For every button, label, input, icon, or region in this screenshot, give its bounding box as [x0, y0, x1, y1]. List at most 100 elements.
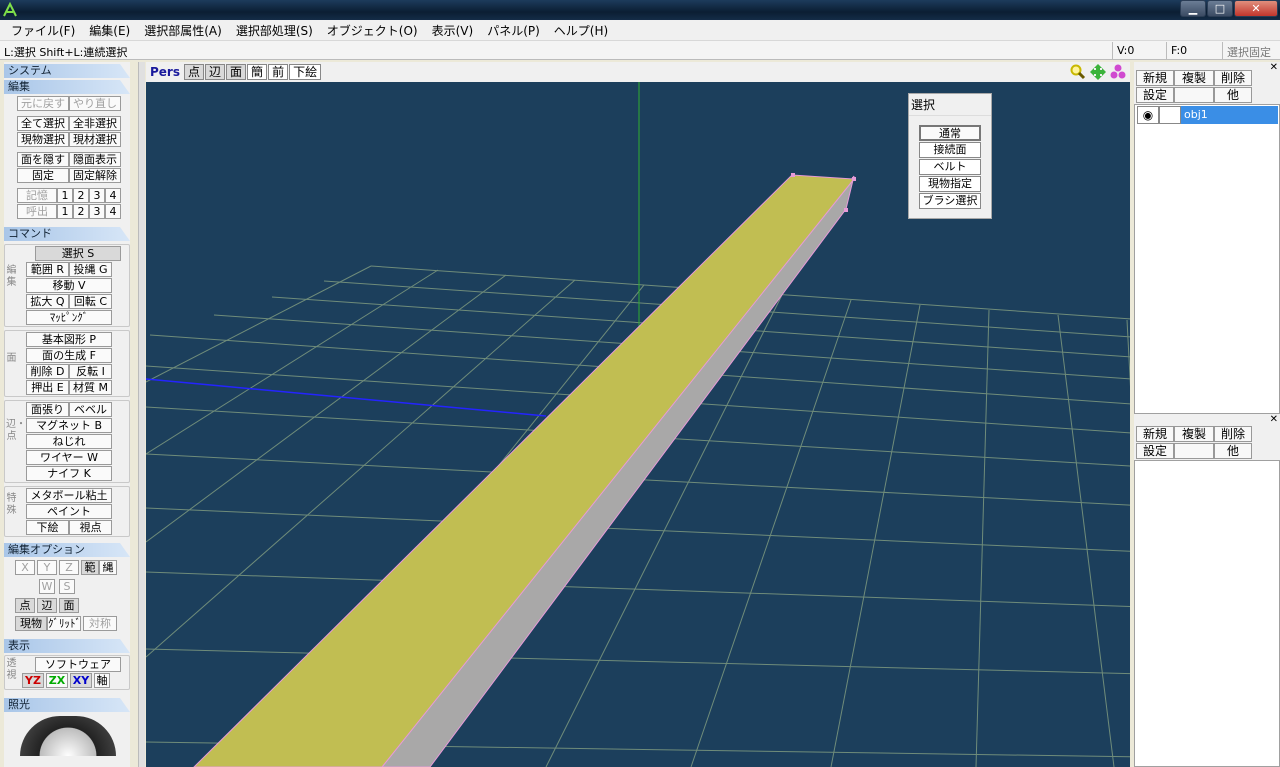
- menu-file[interactable]: ファイル(F): [4, 22, 82, 39]
- view-face-toggle[interactable]: 面: [226, 64, 247, 80]
- axis-y-toggle[interactable]: Y: [37, 560, 57, 575]
- object-other-button[interactable]: 他: [1214, 87, 1252, 103]
- magnet-tool-button[interactable]: マグネット B: [26, 418, 112, 433]
- object-settings-button[interactable]: 設定: [1136, 87, 1174, 103]
- view-simple-toggle[interactable]: 簡: [247, 64, 268, 80]
- face-generate-tool-button[interactable]: 面の生成 F: [26, 348, 112, 363]
- view-underlay-toggle[interactable]: 下絵: [289, 64, 322, 80]
- recall-slot-1[interactable]: 1: [57, 204, 73, 219]
- axis-x-toggle[interactable]: X: [15, 560, 35, 575]
- show-hidden-button[interactable]: 隠面表示: [69, 152, 121, 167]
- lasso-option-toggle[interactable]: 縄: [99, 560, 117, 575]
- object-copy-button[interactable]: 複製: [1174, 70, 1214, 86]
- axis-view-toggle[interactable]: 軸: [94, 673, 110, 688]
- wire-tool-button[interactable]: ワイヤー W: [26, 450, 112, 465]
- unfix-button[interactable]: 固定解除: [69, 168, 121, 183]
- menu-view[interactable]: 表示(V): [425, 22, 481, 39]
- fix-button[interactable]: 固定: [17, 168, 69, 183]
- xy-view-toggle[interactable]: XY: [70, 673, 92, 688]
- w-option-toggle[interactable]: W: [39, 579, 55, 594]
- minimize-button[interactable]: ▁: [1180, 0, 1206, 17]
- symmetry-option-toggle[interactable]: 対称: [83, 616, 117, 631]
- projection-mode[interactable]: Pers: [150, 65, 180, 79]
- rotate-tool-button[interactable]: 回転 C: [69, 294, 112, 309]
- knife-tool-button[interactable]: ナイフ K: [26, 466, 112, 481]
- face-cut-tool-button[interactable]: 面張り: [26, 402, 69, 417]
- yz-view-toggle[interactable]: YZ: [22, 673, 44, 688]
- select-mode-connected[interactable]: 接続面: [919, 142, 981, 158]
- range-tool-button[interactable]: 範囲 R: [26, 262, 69, 277]
- select-mode-current-object[interactable]: 現物指定: [919, 176, 981, 192]
- zx-view-toggle[interactable]: ZX: [46, 673, 68, 688]
- object-list[interactable]: ◉ obj1: [1134, 104, 1280, 414]
- select-current-object-button[interactable]: 現物選択: [17, 132, 69, 147]
- menu-edit[interactable]: 編集(E): [82, 22, 137, 39]
- scale-tool-button[interactable]: 拡大 Q: [26, 294, 69, 309]
- view-point-toggle[interactable]: 点: [184, 64, 205, 80]
- material-delete-button[interactable]: 削除: [1214, 426, 1252, 442]
- object-row[interactable]: ◉ obj1: [1137, 106, 1278, 124]
- material-tool-button[interactable]: 材質 M: [69, 380, 112, 395]
- redo-button[interactable]: やり直し: [69, 96, 121, 111]
- menu-selection-attr[interactable]: 選択部属性(A): [137, 22, 229, 39]
- close-button[interactable]: ✕: [1234, 0, 1278, 17]
- metaball-tool-button[interactable]: メタボール粘土: [26, 488, 112, 503]
- material-list[interactable]: [1134, 460, 1280, 767]
- delete-tool-button[interactable]: 削除 D: [26, 364, 69, 379]
- object-name[interactable]: obj1: [1181, 106, 1278, 124]
- select-current-material-button[interactable]: 現材選択: [69, 132, 121, 147]
- material-settings-button[interactable]: 設定: [1136, 443, 1174, 459]
- point-option-toggle[interactable]: 点: [15, 598, 35, 613]
- viewpoint-tool-button[interactable]: 視点: [69, 520, 112, 535]
- material-copy-button[interactable]: 複製: [1174, 426, 1214, 442]
- menu-object[interactable]: オブジェクト(O): [320, 22, 425, 39]
- memory-slot-1[interactable]: 1: [57, 188, 73, 203]
- extrude-tool-button[interactable]: 押出 E: [26, 380, 69, 395]
- grid-option-toggle[interactable]: ｸﾞﾘｯﾄﾞ: [47, 616, 81, 631]
- primitive-tool-button[interactable]: 基本図形 P: [26, 332, 112, 347]
- select-mode-normal[interactable]: 通常: [919, 125, 981, 141]
- view-edge-toggle[interactable]: 辺: [205, 64, 226, 80]
- memory-slot-2[interactable]: 2: [73, 188, 89, 203]
- recall-slot-4[interactable]: 4: [105, 204, 121, 219]
- section-display[interactable]: 表示: [4, 639, 130, 653]
- select-mode-belt[interactable]: ベルト: [919, 159, 981, 175]
- maximize-button[interactable]: □: [1207, 0, 1233, 17]
- mapping-tool-button[interactable]: ﾏｯﾋﾟﾝｸﾞ: [26, 310, 112, 325]
- memory-slot-3[interactable]: 3: [89, 188, 105, 203]
- select-lock-indicator[interactable]: 選択固定: [1222, 42, 1280, 59]
- material-other-button[interactable]: 他: [1214, 443, 1252, 459]
- menu-help[interactable]: ヘルプ(H): [547, 22, 615, 39]
- section-edit[interactable]: 編集: [4, 80, 130, 94]
- rotate-view-icon[interactable]: [1110, 64, 1126, 80]
- flip-tool-button[interactable]: 反転 I: [69, 364, 112, 379]
- current-object-option-toggle[interactable]: 現物: [15, 616, 47, 631]
- undo-button[interactable]: 元に戻す: [17, 96, 69, 111]
- lasso-tool-button[interactable]: 投縄 G: [69, 262, 112, 277]
- paint-tool-button[interactable]: ペイント: [26, 504, 112, 519]
- recall-slot-3[interactable]: 3: [89, 204, 105, 219]
- object-new-button[interactable]: 新規: [1136, 70, 1174, 86]
- hide-face-button[interactable]: 面を隠す: [17, 152, 69, 167]
- range-option-toggle[interactable]: 範: [81, 560, 99, 575]
- deselect-all-button[interactable]: 全非選択: [69, 116, 121, 131]
- eye-icon[interactable]: ◉: [1137, 106, 1159, 124]
- recall-slot-2[interactable]: 2: [73, 204, 89, 219]
- select-all-button[interactable]: 全て選択: [17, 116, 69, 131]
- menu-selection-process[interactable]: 選択部処理(S): [229, 22, 320, 39]
- move-tool-button[interactable]: 移動 V: [26, 278, 112, 293]
- section-lighting[interactable]: 照光: [4, 698, 130, 712]
- bevel-tool-button[interactable]: ベベル: [69, 402, 112, 417]
- select-mode-brush[interactable]: ブラシ選択: [919, 193, 981, 209]
- twist-tool-button[interactable]: ねじれ: [26, 434, 112, 449]
- s-option-toggle[interactable]: S: [59, 579, 75, 594]
- section-edit-option[interactable]: 編集オプション: [4, 543, 130, 557]
- pan-icon[interactable]: [1090, 64, 1106, 80]
- object-delete-button[interactable]: 削除: [1214, 70, 1252, 86]
- material-new-button[interactable]: 新規: [1136, 426, 1174, 442]
- zoom-icon[interactable]: [1070, 64, 1086, 80]
- view-front-toggle[interactable]: 前: [268, 64, 289, 80]
- material-panel-close-icon[interactable]: ✕: [1270, 414, 1278, 425]
- software-render-button[interactable]: ソフトウェア: [35, 657, 121, 672]
- menu-panel[interactable]: パネル(P): [480, 22, 547, 39]
